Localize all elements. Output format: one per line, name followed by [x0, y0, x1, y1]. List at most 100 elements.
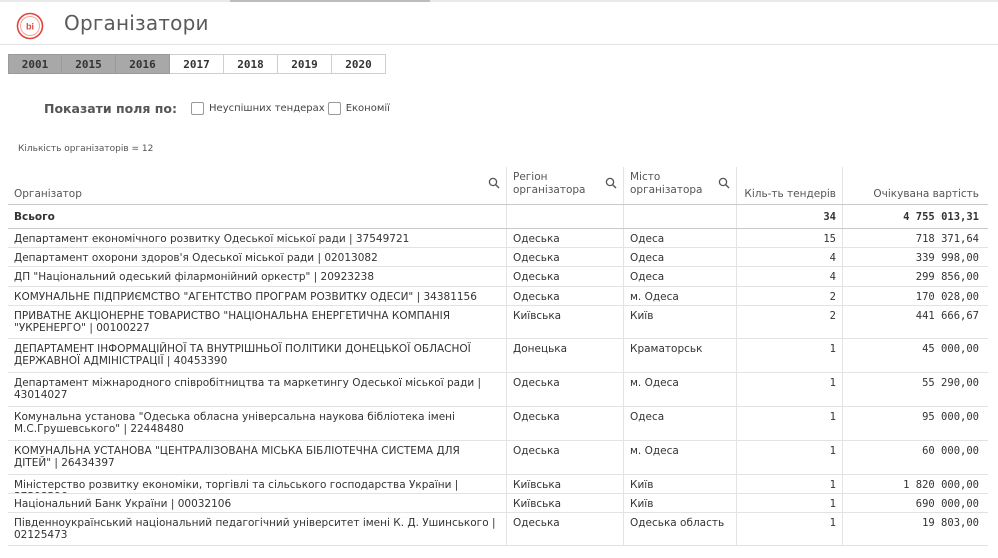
search-icon[interactable] [718, 177, 730, 189]
total-row: Всього 34 4 755 013,31 [8, 205, 988, 229]
cell-region: Одеська [507, 407, 624, 440]
cell-organizer: Міністерство розвитку економіки, торгівл… [8, 475, 507, 493]
table-row[interactable]: ДЕПАРТАМЕНТ ІНФОРМАЦІЙНОЇ ТА ВНУТРІШНЬОЇ… [8, 339, 988, 373]
savings-label: Економії [345, 103, 390, 114]
cell-tenders: 2 [737, 306, 843, 338]
cell-tenders: 1 [737, 407, 843, 440]
page-header: bi Організатори [0, 4, 998, 45]
total-label: Всього [8, 205, 507, 228]
cell-tenders: 1 [737, 494, 843, 512]
cell-cost: 60 000,00 [922, 445, 979, 457]
cell-cost: 55 290,00 [922, 377, 979, 389]
cell-city: Київ [624, 306, 737, 338]
header-region[interactable]: Регіон організатора [507, 167, 624, 204]
top-scroll-thumb[interactable] [230, 0, 430, 2]
show-fields-label: Показати поля по: [44, 101, 178, 116]
year-button-2020[interactable]: 2020 [332, 54, 386, 74]
cell-organizer: КОМУНАЛЬНА УСТАНОВА "ЦЕНТРАЛІЗОВАНА МІСЬ… [8, 441, 507, 474]
cell-organizer: Комунальна установа "Одеська обласна уні… [8, 407, 507, 440]
cell-region: Київська [507, 494, 624, 512]
total-tenders: 34 [737, 205, 843, 228]
cell-organizer: Департамент міжнародного співробітництва… [8, 373, 507, 406]
top-scroll-track [0, 0, 998, 2]
table-row[interactable]: КОМУНАЛЬНА УСТАНОВА "ЦЕНТРАЛІЗОВАНА МІСЬ… [8, 441, 988, 475]
table-row[interactable]: ДП "Національний одеський філармонійний … [8, 267, 988, 287]
header-organizer[interactable]: Організатор [8, 167, 507, 204]
year-button-2001[interactable]: 2001 [8, 54, 62, 74]
page-title: Організатори [64, 11, 209, 35]
table-row[interactable]: Департамент економічного розвитку Одеськ… [8, 229, 988, 248]
cell-cost: 441 666,67 [915, 310, 979, 322]
cell-organizer: Національний Банк України | 00032106 [8, 494, 507, 512]
year-button-2019[interactable]: 2019 [278, 54, 332, 74]
cell-organizer: ДП "Національний одеський філармонійний … [8, 267, 507, 286]
table-row[interactable]: Департамент охорони здоров'я Одеської мі… [8, 248, 988, 267]
cell-cost: 170 028,00 [915, 291, 979, 303]
savings-checkbox[interactable] [327, 102, 341, 115]
header-tenders[interactable]: Кіль-ть тендерів [737, 167, 843, 204]
table-header-row: Організатор Регіон організатора Місто ор… [8, 167, 988, 205]
cell-tenders: 1 [737, 339, 843, 372]
cell-tenders: 2 [737, 287, 843, 305]
cell-city: Одеса [624, 407, 737, 440]
header-city-label-2: організатора [630, 184, 703, 196]
header-cost-label: Очікувана вартість [873, 188, 979, 200]
cell-city: м. Одеса [624, 287, 737, 305]
table-row[interactable]: Національний Банк України | 00032106 Киї… [8, 494, 988, 513]
cell-tenders: 1 [737, 475, 843, 493]
cell-cost: 339 998,00 [915, 252, 979, 264]
header-tenders-label: Кіль-ть тендерів [744, 188, 836, 200]
cell-region: Одеська [507, 441, 624, 474]
year-button-2015[interactable]: 2015 [62, 54, 116, 74]
cell-organizer: ДЕПАРТАМЕНТ ІНФОРМАЦІЙНОЇ ТА ВНУТРІШНЬОЇ… [8, 339, 507, 372]
failed-tenders-checkbox[interactable] [191, 102, 205, 115]
cell-region: Одеська [507, 267, 624, 286]
total-region [507, 205, 624, 228]
header-cost[interactable]: Очікувана вартість [843, 167, 988, 204]
cell-city: Краматорськ [624, 339, 737, 372]
cell-tenders: 1 [737, 373, 843, 406]
total-cost: 4 755 013,31 [903, 211, 979, 223]
cell-cost: 95 000,00 [922, 411, 979, 423]
table-row[interactable]: Міністерство розвитку економіки, торгівл… [8, 475, 988, 494]
header-organizer-label: Організатор [14, 188, 82, 200]
header-region-label-1: Регіон [513, 171, 548, 183]
cell-region: Київська [507, 306, 624, 338]
year-button-2018[interactable]: 2018 [224, 54, 278, 74]
cell-region: Одеська [507, 513, 624, 545]
savings-option[interactable]: Економії [327, 102, 390, 115]
cell-city: Одеська область [624, 513, 737, 545]
bi-logo-icon: bi [16, 12, 44, 40]
table-row[interactable]: Департамент міжнародного співробітництва… [8, 373, 988, 407]
cell-tenders: 4 [737, 267, 843, 286]
cell-city: Одеса [624, 229, 737, 247]
cell-organizer: Департамент охорони здоров'я Одеської мі… [8, 248, 507, 266]
cell-region: Одеська [507, 229, 624, 247]
cell-tenders: 15 [737, 229, 843, 247]
cell-city: Київ [624, 494, 737, 512]
table-row[interactable]: ПРИВАТНЕ АКЦІОНЕРНЕ ТОВАРИСТВО "НАЦІОНАЛ… [8, 306, 988, 339]
search-icon[interactable] [488, 177, 500, 189]
cell-organizer: ПРИВАТНЕ АКЦІОНЕРНЕ ТОВАРИСТВО "НАЦІОНАЛ… [8, 306, 507, 338]
year-button-2017[interactable]: 2017 [170, 54, 224, 74]
logo-text: bi [26, 22, 34, 32]
cell-tenders: 1 [737, 441, 843, 474]
organizers-count: Кількість організаторів = 12 [18, 144, 154, 154]
cell-organizer: Департамент економічного розвитку Одеськ… [8, 229, 507, 247]
table-row[interactable]: КОМУНАЛЬНЕ ПІДПРИЄМСТВО "АГЕНТСТВО ПРОГР… [8, 287, 988, 306]
total-city [624, 205, 737, 228]
cell-organizer: Південноукраїнський національний педагог… [8, 513, 507, 545]
failed-tenders-option[interactable]: Неуспішних тендерах [191, 102, 325, 115]
cell-cost: 19 803,00 [922, 517, 979, 529]
header-city-label-1: Місто [630, 171, 661, 183]
year-button-2016[interactable]: 2016 [116, 54, 170, 74]
cell-cost: 45 000,00 [922, 343, 979, 355]
table-row[interactable]: Південноукраїнський національний педагог… [8, 513, 988, 546]
cell-region: Одеська [507, 248, 624, 266]
cell-cost: 718 371,64 [915, 233, 979, 245]
cell-tenders: 1 [737, 513, 843, 545]
header-city[interactable]: Місто організатора [624, 167, 737, 204]
table-row[interactable]: Комунальна установа "Одеська обласна уні… [8, 407, 988, 441]
search-icon[interactable] [605, 177, 617, 189]
cell-region: Одеська [507, 373, 624, 406]
